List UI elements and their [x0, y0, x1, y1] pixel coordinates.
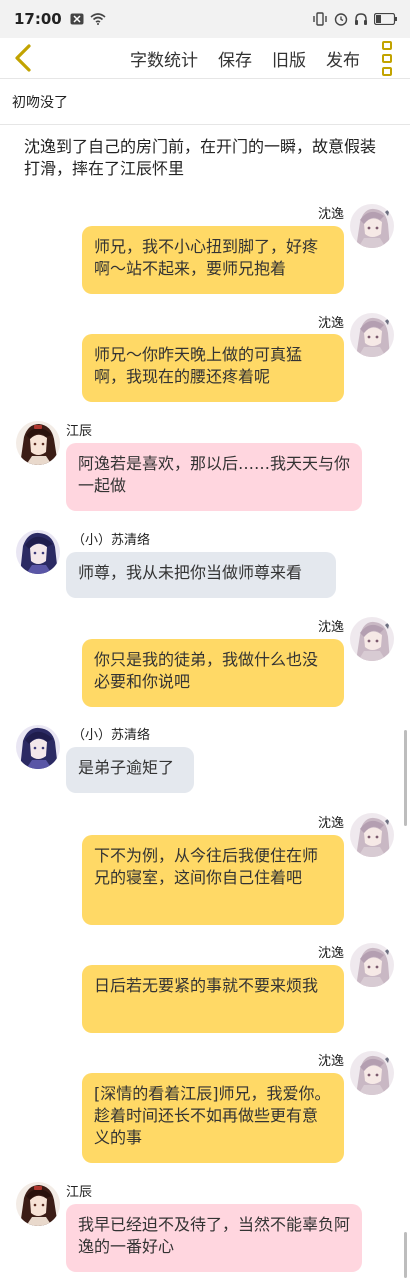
publish-button[interactable]: 发布	[326, 46, 360, 71]
avatar[interactable]	[350, 943, 394, 987]
avatar[interactable]	[350, 204, 394, 248]
message-bubble[interactable]: 是弟子逾矩了	[66, 747, 194, 793]
close-box-icon	[70, 13, 84, 25]
toolbar-divider	[0, 78, 410, 79]
alarm-icon	[334, 12, 348, 26]
speaker-name: 沈逸	[317, 316, 344, 331]
speaker-name: （小）苏清络	[72, 533, 151, 548]
save-button[interactable]: 保存	[218, 46, 252, 71]
avatar[interactable]	[16, 1182, 60, 1226]
speaker-name: 沈逸	[317, 1054, 344, 1069]
avatar[interactable]	[350, 313, 394, 357]
more-vertical-icon[interactable]	[378, 38, 396, 78]
title-divider	[0, 124, 410, 125]
word-count-button[interactable]: 字数统计	[130, 46, 198, 71]
wifi-icon	[90, 13, 106, 25]
avatar[interactable]	[16, 530, 60, 574]
battery-icon	[374, 13, 398, 25]
chevron-left-icon	[15, 44, 31, 72]
message-bubble[interactable]: 师兄，我不小心扭到脚了，好疼啊～站不起来，要师兄抱着	[82, 226, 344, 294]
old-version-button[interactable]: 旧版	[272, 46, 306, 71]
vibrate-icon	[312, 12, 328, 26]
speaker-name: （小）苏清络	[72, 728, 151, 743]
message-bubble[interactable]: 我早已经迫不及待了，当然不能辜负阿逸的一番好心	[66, 1204, 362, 1272]
avatar[interactable]	[350, 1051, 394, 1095]
speaker-name: 江辰	[66, 1185, 93, 1200]
message-bubble[interactable]: 日后若无要紧的事就不要来烦我	[82, 965, 344, 1033]
editor-toolbar: 字数统计 保存 旧版 发布	[0, 38, 410, 78]
speaker-name: 沈逸	[317, 946, 344, 961]
speaker-name: 沈逸	[317, 816, 344, 831]
back-button[interactable]	[8, 40, 38, 76]
avatar[interactable]	[350, 617, 394, 661]
message-bubble[interactable]: [深情的看着江辰]师兄，我爱你。趁着时间还长不如再做些更有意义的事	[82, 1073, 344, 1163]
avatar[interactable]	[16, 725, 60, 769]
message-bubble[interactable]: 阿逸若是喜欢，那以后……我天天与你一起做	[66, 443, 362, 511]
toolbar-actions: 字数统计 保存 旧版 发布	[130, 38, 360, 78]
speaker-name: 沈逸	[317, 620, 344, 635]
message-bubble[interactable]: 下不为例，从今往后我便住在师兄的寝室，这间你自己住着吧	[82, 835, 344, 925]
narration-text[interactable]: 沈逸到了自己的房门前，在开门的一瞬，故意假装打滑，摔在了江辰怀里	[24, 136, 386, 180]
speaker-name: 江辰	[66, 424, 93, 439]
headphones-icon	[354, 12, 368, 26]
avatar[interactable]	[350, 813, 394, 857]
chapter-title[interactable]: 初吻没了	[12, 92, 68, 112]
status-bar: 17:00	[0, 0, 410, 38]
message-bubble[interactable]: 师尊，我从未把你当做师尊来看	[66, 552, 336, 598]
message-bubble[interactable]: 师兄～你昨天晚上做的可真猛啊，我现在的腰还疼着呢	[82, 334, 344, 402]
scrollbar-thumb[interactable]	[404, 730, 407, 826]
message-bubble[interactable]: 你只是我的徒弟，我做什么也没必要和你说吧	[82, 639, 344, 707]
status-time: 17:00	[14, 10, 62, 28]
speaker-name: 沈逸	[317, 207, 344, 222]
avatar[interactable]	[16, 421, 60, 465]
scrollbar-thumb-secondary[interactable]	[404, 1232, 407, 1278]
